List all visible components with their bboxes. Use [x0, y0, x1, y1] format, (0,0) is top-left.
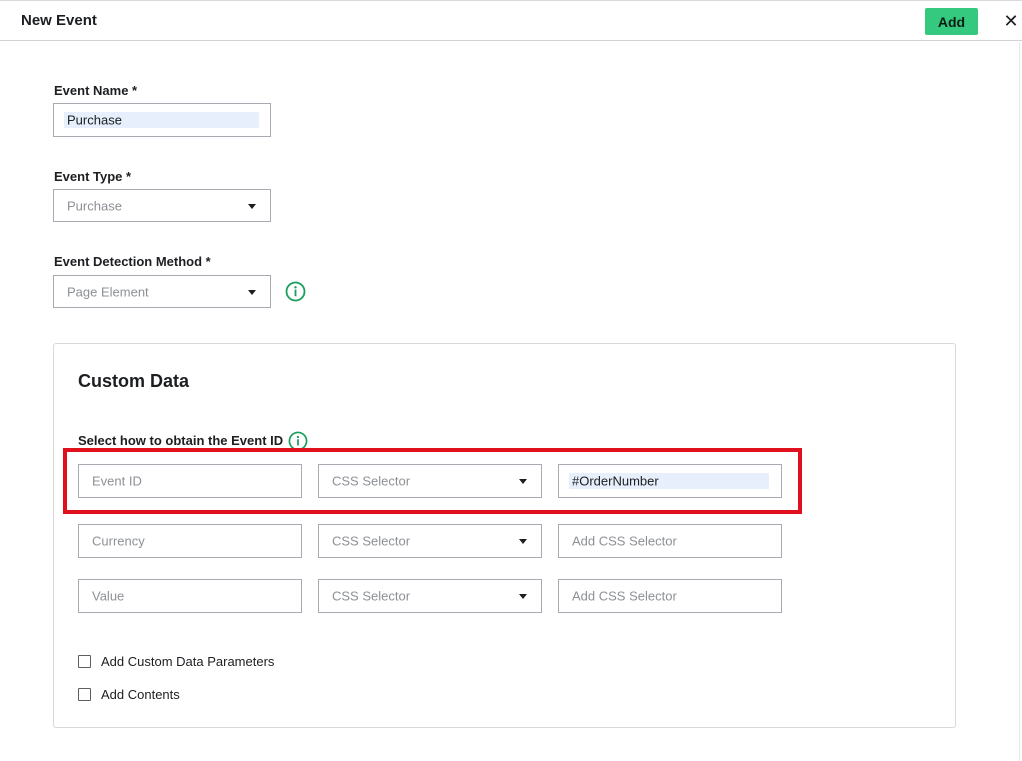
- add-contents-checkbox[interactable]: [78, 687, 91, 701]
- add-contents-label: Add Contents: [101, 686, 180, 702]
- value-method-select[interactable]: CSS Selector: [318, 579, 542, 613]
- highlight-annotation-box: [63, 448, 802, 514]
- info-icon[interactable]: [285, 281, 306, 302]
- dialog-header: New Event Add ✕: [0, 0, 1022, 41]
- detection-method-label: Event Detection Method *: [54, 254, 211, 269]
- custom-params-label: Add Custom Data Parameters: [101, 653, 275, 669]
- value-method-value: CSS Selector: [332, 588, 411, 604]
- add-contents-checkbox-row[interactable]: Add Contents: [78, 686, 180, 702]
- event-type-select[interactable]: Purchase: [53, 189, 271, 222]
- value-placeholder: Value: [92, 588, 125, 604]
- detection-method-select[interactable]: Page Element: [53, 275, 271, 308]
- value-selector-input[interactable]: Add CSS Selector: [558, 579, 782, 613]
- custom-params-checkbox-row[interactable]: Add Custom Data Parameters: [78, 653, 274, 669]
- close-icon[interactable]: ✕: [1001, 11, 1021, 31]
- dialog-title: New Event: [21, 12, 97, 29]
- caret-down-icon: [519, 594, 527, 599]
- currency-placeholder: Currency: [92, 533, 145, 549]
- event-name-input[interactable]: Purchase: [53, 103, 271, 137]
- caret-down-icon: [519, 539, 527, 544]
- event-type-label: Event Type *: [54, 169, 132, 184]
- value-input[interactable]: Value: [78, 579, 302, 613]
- caret-down-icon: [248, 203, 256, 209]
- event-type-value: Purchase: [67, 198, 122, 213]
- detection-method-value: Page Element: [67, 284, 149, 299]
- event-name-label: Event Name *: [54, 83, 138, 98]
- custom-params-checkbox[interactable]: [78, 654, 91, 668]
- currency-method-value: CSS Selector: [332, 533, 411, 549]
- add-button[interactable]: Add: [925, 8, 978, 35]
- caret-down-icon: [248, 289, 256, 295]
- currency-input[interactable]: Currency: [78, 524, 302, 558]
- currency-method-select[interactable]: CSS Selector: [318, 524, 542, 558]
- scrollbar-track[interactable]: [1019, 42, 1020, 761]
- event-name-value: Purchase: [67, 112, 122, 128]
- event-id-prompt: Select how to obtain the Event ID: [78, 433, 284, 448]
- currency-selector-placeholder: Add CSS Selector: [572, 533, 677, 549]
- custom-data-title: Custom Data: [78, 371, 190, 391]
- currency-selector-input[interactable]: Add CSS Selector: [558, 524, 782, 558]
- value-selector-placeholder: Add CSS Selector: [572, 588, 677, 604]
